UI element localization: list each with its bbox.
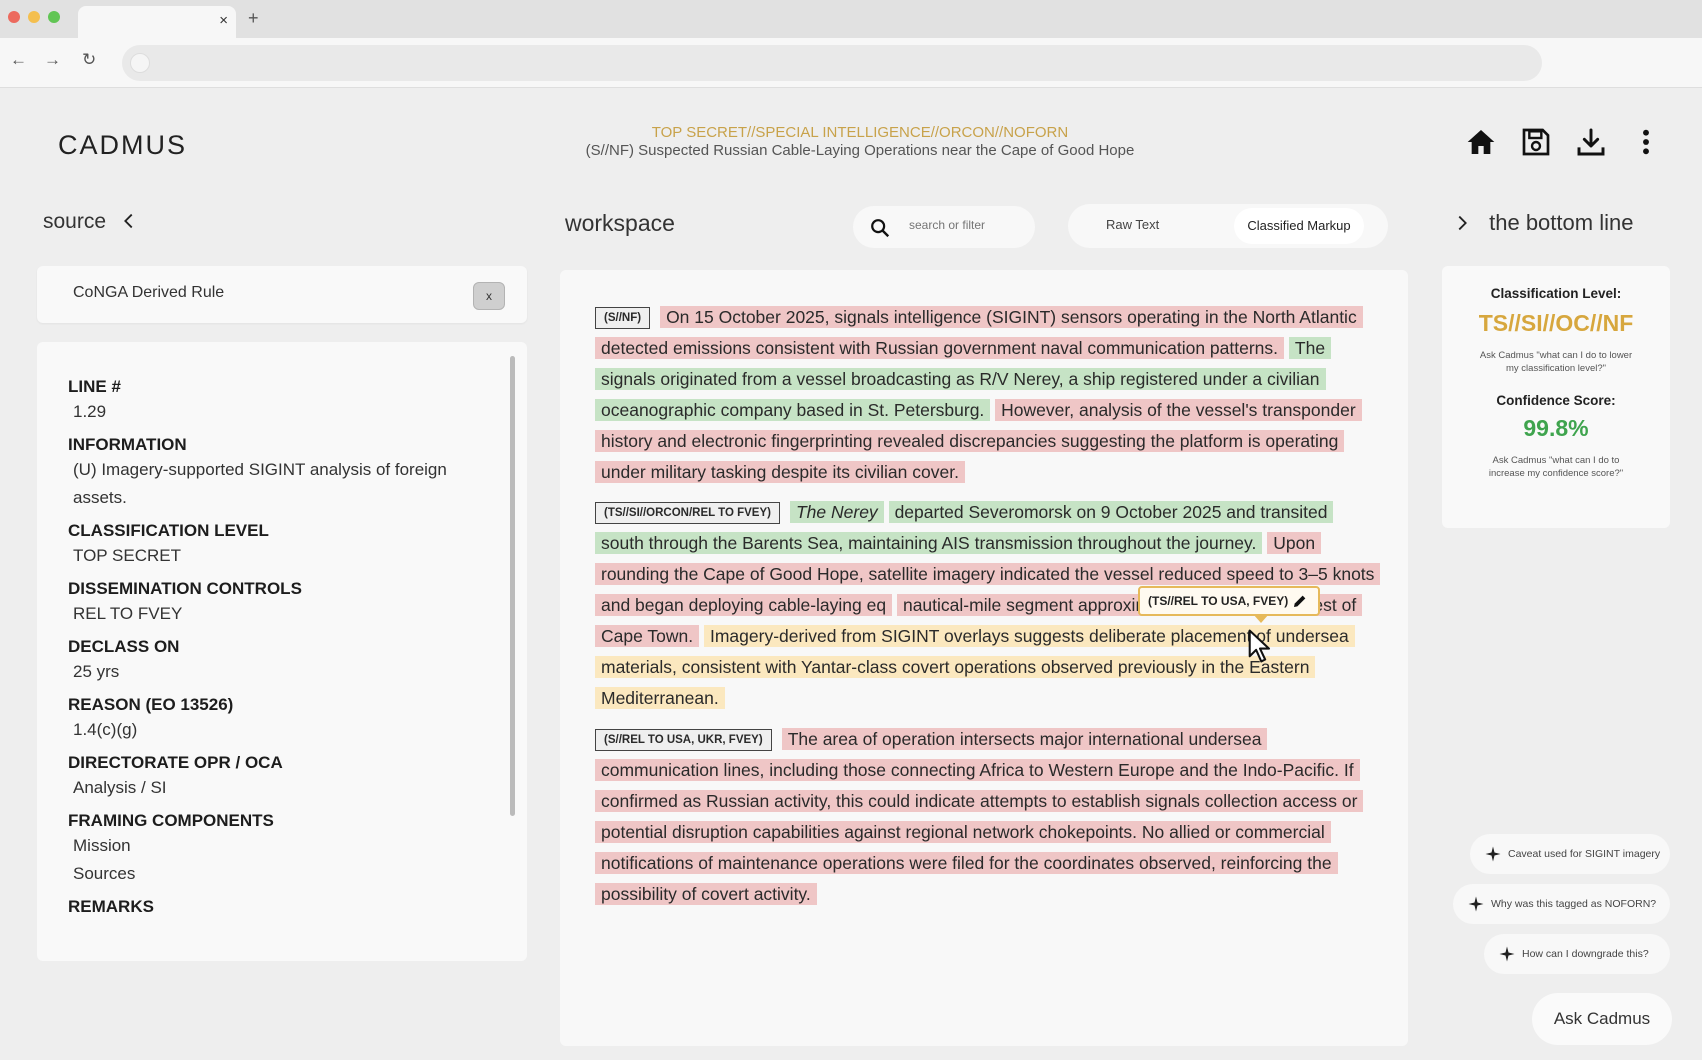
- workspace-heading: workspace: [565, 210, 675, 236]
- field-label: REASON (EO 13526): [68, 695, 234, 714]
- portion-marking-tag[interactable]: (S//NF): [595, 307, 651, 329]
- download-icon[interactable]: [1575, 126, 1607, 158]
- popover-tag: (TS//REL TO USA, FVEY): [1148, 594, 1289, 608]
- field-label: CLASSIFICATION LEVEL: [68, 521, 269, 540]
- derived-rule-card: CoNGA Derived Rule x: [37, 266, 527, 323]
- search-bar[interactable]: [853, 206, 1035, 248]
- document-title: (S//NF) Suspected Russian Cable-Laying O…: [585, 142, 1135, 159]
- field-value: Mission: [73, 836, 131, 855]
- close-rule-button[interactable]: x: [473, 282, 505, 310]
- address-bar[interactable]: [122, 45, 1542, 81]
- classification-level-label: Classification Level:: [1490, 286, 1622, 301]
- highlighted-segment[interactable]: The Nerey: [789, 501, 884, 523]
- tab-raw-text[interactable]: Raw Text: [1106, 217, 1159, 232]
- workspace-panel: (S//NF) On 15 October 2025, signals intel…: [560, 270, 1408, 1046]
- suggestion-chip[interactable]: Caveat used for SIGINT imagery: [1470, 834, 1670, 874]
- highlighted-segment[interactable]: On 15 October 2025, signals intelligence…: [595, 306, 1363, 359]
- tab-classified-markup[interactable]: Classified Markup: [1234, 208, 1364, 244]
- ask-lower-classification-hint[interactable]: Ask Cadmus "what can I do to lower my cl…: [1442, 349, 1670, 375]
- sparkle-icon: [1485, 846, 1501, 862]
- field-label: INFORMATION: [68, 435, 187, 454]
- chevron-right-icon: [1458, 215, 1467, 231]
- rule-details-panel: LINE # 1.29 INFORMATION (U) Imagery-support…: [37, 342, 527, 961]
- site-favicon-icon: [130, 53, 150, 73]
- confidence-score-value: 99.8%: [1523, 415, 1589, 441]
- close-window-button[interactable]: [8, 11, 20, 23]
- field-value: Sources: [73, 864, 136, 883]
- suggestion-chip[interactable]: Why was this tagged as NOFORN?: [1453, 884, 1670, 924]
- field-value: (U) Imagery-supported SIGINT analysis of…: [73, 460, 447, 507]
- portion-marking-tag[interactable]: (TS//SI//ORCON/REL TO FVEY): [595, 502, 780, 524]
- browser-tab[interactable]: ×: [78, 6, 236, 38]
- classification-banner: TOP SECRET//SPECIAL INTELLIGENCE//ORCON/…: [651, 124, 1069, 141]
- field-value: 25 yrs: [73, 662, 120, 681]
- suggestion-text: Why was this tagged as NOFORN?: [1491, 898, 1657, 910]
- mouse-pointer-icon: [1248, 629, 1271, 663]
- back-arrow-icon[interactable]: ←: [10, 50, 27, 70]
- field-value: 1.29: [73, 402, 107, 421]
- app-logo: CADMUS: [58, 130, 188, 160]
- window-controls: [8, 11, 60, 23]
- search-icon: [871, 219, 890, 238]
- field-value: 1.4(c)(g): [73, 720, 138, 739]
- highlighted-segment[interactable]: The area of operation intersects major i…: [595, 728, 1364, 905]
- browser-toolbar: ← → ↻: [0, 38, 1702, 88]
- sparkle-icon: [1468, 896, 1484, 912]
- field-label: FRAMING COMPONENTS: [68, 811, 274, 830]
- view-toggle: Raw Text Classified Markup: [1068, 204, 1388, 248]
- browser-tab-bar: × +: [0, 0, 1702, 38]
- field-label: DISSEMINATION CONTROLS: [68, 579, 302, 598]
- minimize-window-button[interactable]: [28, 11, 40, 23]
- new-tab-button[interactable]: +: [248, 8, 259, 29]
- home-icon[interactable]: [1465, 126, 1497, 158]
- bottom-line-panel-toggle[interactable]: the bottom line: [1458, 210, 1634, 236]
- field-value: TOP SECRET: [73, 546, 182, 565]
- portion-marking-popover[interactable]: (TS//REL TO USA, FVEY): [1138, 586, 1320, 623]
- field-label: REMARKS: [68, 897, 154, 916]
- field-label: DIRECTORATE OPR / OCA: [68, 753, 283, 772]
- field-value: REL TO FVEY: [73, 604, 183, 623]
- chevron-left-icon: [123, 213, 133, 229]
- source-panel-toggle[interactable]: source: [43, 210, 140, 234]
- paragraph: (S//REL TO USA, UKR, FVEY) The area of op…: [595, 724, 1375, 910]
- maximize-window-button[interactable]: [48, 11, 60, 23]
- paragraph: (S//NF) On 15 October 2025, signals intel…: [595, 302, 1375, 488]
- ask-cadmus-button[interactable]: Ask Cadmus: [1532, 993, 1672, 1045]
- derived-rule-label: CoNGA Derived Rule: [73, 284, 225, 301]
- scrollbar[interactable]: [510, 356, 515, 816]
- more-vertical-icon[interactable]: [1630, 126, 1662, 158]
- suggestion-chip[interactable]: How can I downgrade this?: [1484, 934, 1670, 974]
- suggestion-text: How can I downgrade this?: [1522, 948, 1649, 960]
- source-heading: source: [43, 210, 107, 233]
- popover-arrow: [1253, 614, 1269, 623]
- bottom-line-card: Classification Level: TS//SI//OC//NF Ask…: [1442, 266, 1670, 528]
- sparkle-icon: [1499, 946, 1515, 962]
- pencil-icon[interactable]: [1292, 593, 1308, 609]
- reload-icon[interactable]: ↻: [82, 50, 96, 70]
- bottom-line-heading: the bottom line: [1489, 210, 1634, 235]
- forward-arrow-icon[interactable]: →: [44, 50, 61, 70]
- header-actions: [1465, 126, 1662, 158]
- document-banner: TOP SECRET//SPECIAL INTELLIGENCE//ORCON/…: [420, 124, 1300, 159]
- confidence-score-label: Confidence Score:: [1496, 393, 1616, 408]
- ask-increase-confidence-hint[interactable]: Ask Cadmus "what can I do to increase my…: [1442, 454, 1670, 480]
- portion-marking-tag[interactable]: (S//REL TO USA, UKR, FVEY): [595, 729, 772, 751]
- save-icon[interactable]: [1520, 126, 1552, 158]
- suggestion-text: Caveat used for SIGINT imagery: [1508, 848, 1661, 860]
- field-label: DECLASS ON: [68, 637, 180, 656]
- highlighted-segment[interactable]: Imagery-derived from SIGINT overlays sug…: [595, 625, 1355, 709]
- tab-close-icon[interactable]: ×: [219, 12, 228, 29]
- field-label: LINE #: [68, 377, 121, 396]
- rule-field-list: LINE # 1.29 INFORMATION (U) Imagery-support…: [68, 368, 488, 918]
- classification-level-value: TS//SI//OC//NF: [1478, 310, 1634, 336]
- search-input[interactable]: [909, 218, 1029, 232]
- field-value: Analysis / SI: [73, 778, 167, 797]
